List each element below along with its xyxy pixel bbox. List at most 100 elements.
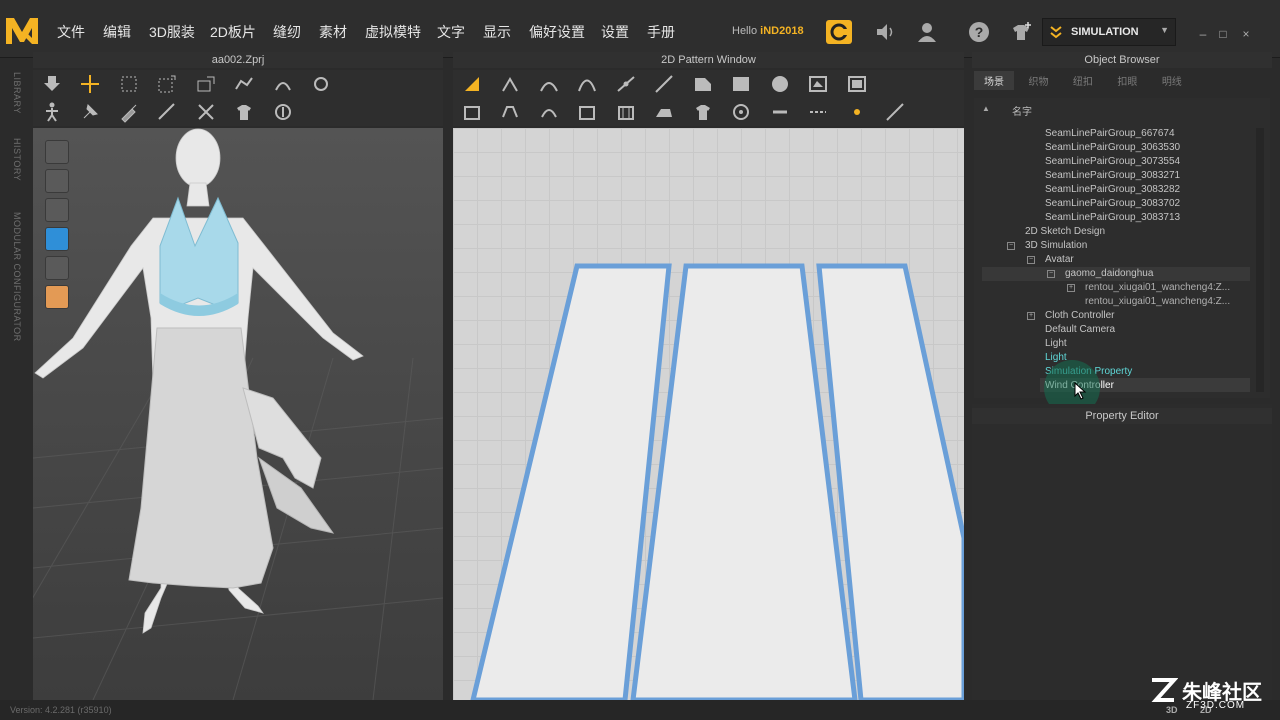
edit-curvature-icon[interactable]	[576, 73, 598, 95]
internal-rectangle-icon[interactable]	[846, 73, 868, 95]
greeting-prefix: Hello	[732, 25, 758, 37]
viewport-3d[interactable]	[33, 128, 443, 700]
collapse-icon[interactable]: −	[1047, 270, 1055, 278]
avatar-pose-icon[interactable]	[41, 101, 63, 123]
edit-pattern-icon[interactable]	[461, 73, 483, 95]
menu-2d-pattern[interactable]: 2D板片	[210, 22, 256, 42]
transform-icon[interactable]	[195, 73, 217, 95]
tree-item[interactable]: rentou_xiugai01_wancheng4:Z...	[1085, 282, 1230, 293]
tab-modular-configurator[interactable]: MODULAR CONFIGURATOR	[8, 212, 22, 342]
circle-icon[interactable]	[769, 73, 791, 95]
tree-item-3d-simulation[interactable]: 3D Simulation	[1025, 240, 1087, 251]
expand-icon[interactable]: +	[1027, 312, 1035, 320]
tree-item[interactable]: SeamLinePairGroup_3083702	[1045, 198, 1180, 209]
tree-item[interactable]: SeamLinePairGroup_3083282	[1045, 184, 1180, 195]
arrow-down-icon[interactable]	[41, 73, 63, 95]
polygon-icon[interactable]	[692, 73, 714, 95]
skin-view-icon[interactable]	[45, 285, 69, 309]
menu-avatar[interactable]: 虚拟模特	[365, 22, 421, 42]
tab-fabric[interactable]: 织物	[1018, 71, 1058, 90]
tree-item-light[interactable]: Light	[1045, 338, 1067, 349]
garment-add-icon[interactable]	[1008, 20, 1034, 44]
tree-scrollbar[interactable]	[1256, 128, 1264, 392]
measure-line-icon[interactable]	[884, 101, 906, 123]
topstitch-icon[interactable]	[807, 101, 829, 123]
menu-edit[interactable]: 编辑	[103, 22, 131, 42]
garment-icon[interactable]	[233, 101, 255, 123]
iron-icon[interactable]	[653, 101, 675, 123]
tack-tool-icon[interactable]	[310, 73, 332, 95]
menu-display[interactable]: 显示	[483, 22, 511, 42]
speaker-icon[interactable]	[872, 20, 898, 44]
add-point-icon[interactable]	[615, 73, 637, 95]
user-icon[interactable]	[914, 20, 940, 44]
move-icon[interactable]	[79, 73, 101, 95]
sort-arrow-icon[interactable]: ▲	[982, 104, 990, 113]
tree-item-2d-sketch-design[interactable]: 2D Sketch Design	[1025, 226, 1105, 237]
tree-item-avatar[interactable]: Avatar	[1045, 254, 1074, 265]
tree-item[interactable]: SeamLinePairGroup_3083713	[1045, 212, 1180, 223]
pin-icon[interactable]	[79, 101, 101, 123]
trace-icon[interactable]	[461, 101, 483, 123]
menu-text[interactable]: 文字	[437, 22, 465, 42]
line-tool-icon[interactable]	[653, 73, 675, 95]
cut-icon[interactable]	[195, 101, 217, 123]
select-box-icon[interactable]	[118, 73, 140, 95]
fabric-view-icon[interactable]	[45, 227, 69, 251]
elastic-icon[interactable]	[576, 101, 598, 123]
tree-item[interactable]: SeamLinePairGroup_3073554	[1045, 156, 1180, 167]
tab-library[interactable]: LIBRARY	[8, 72, 22, 114]
menu-settings[interactable]: 设置	[601, 22, 629, 42]
avatar-view-icon[interactable]	[45, 198, 69, 222]
select-move-icon[interactable]	[846, 101, 868, 123]
segment-sewing-icon[interactable]	[499, 101, 521, 123]
edit-point-icon[interactable]	[499, 73, 521, 95]
garment-texture-icon[interactable]	[45, 169, 69, 193]
tree-item[interactable]: SeamLinePairGroup_3063530	[1045, 142, 1180, 153]
collapse-icon[interactable]: −	[1007, 242, 1015, 250]
garment-view-icon[interactable]	[45, 140, 69, 164]
menu-3d-garment[interactable]: 3D服装	[149, 22, 195, 42]
menu-sewing[interactable]: 缝纫	[273, 22, 301, 42]
maximize-button[interactable]: □	[1216, 27, 1230, 41]
close-button[interactable]: ×	[1239, 27, 1253, 41]
tree-item-avatar-model[interactable]: gaomo_daidonghua	[1065, 268, 1153, 279]
free-sewing-icon[interactable]	[538, 101, 560, 123]
seam-tool-icon[interactable]	[233, 73, 255, 95]
help-icon[interactable]: ?	[966, 20, 992, 44]
measure-icon[interactable]	[156, 101, 178, 123]
menu-manual[interactable]: 手册	[647, 22, 675, 42]
fold-tool-icon[interactable]	[272, 73, 294, 95]
button-tool-icon[interactable]	[730, 101, 752, 123]
curve-point-icon[interactable]	[538, 73, 560, 95]
internal-polygon-icon[interactable]	[807, 73, 829, 95]
tree-item[interactable]: rentou_xiugai01_wancheng4:Z...	[1085, 296, 1230, 307]
viewport-2d[interactable]	[453, 128, 964, 700]
tab-buttonhole[interactable]: 扣眼	[1107, 71, 1147, 90]
tab-history[interactable]: HISTORY	[8, 138, 22, 181]
select-mesh-icon[interactable]	[156, 73, 178, 95]
buttonhole-icon[interactable]	[769, 101, 791, 123]
mode-dropdown[interactable]: SIMULATION ▼	[1042, 18, 1176, 46]
shirt-icon[interactable]	[692, 101, 714, 123]
tab-topstitch[interactable]: 明线	[1152, 71, 1192, 90]
rectangle-icon[interactable]	[730, 73, 752, 95]
tab-button[interactable]: 纽扣	[1063, 71, 1103, 90]
pleat-icon[interactable]	[615, 101, 637, 123]
tree-item-default-camera[interactable]: Default Camera	[1045, 324, 1115, 335]
tree-item[interactable]: SeamLinePairGroup_667674	[1045, 128, 1175, 139]
property-editor-title: Property Editor	[972, 408, 1272, 424]
cloud-icon[interactable]	[826, 20, 852, 44]
brush-icon[interactable]	[118, 101, 140, 123]
menu-materials[interactable]: 素材	[319, 22, 347, 42]
tree-item-cloth-controller[interactable]: Cloth Controller	[1045, 310, 1114, 321]
tab-scene[interactable]: 场景	[974, 71, 1014, 90]
minimize-button[interactable]: –	[1196, 27, 1210, 41]
menu-file[interactable]: 文件	[57, 22, 85, 42]
collapse-icon[interactable]: −	[1027, 256, 1035, 264]
tree-item[interactable]: SeamLinePairGroup_3083271	[1045, 170, 1180, 181]
menu-preferences[interactable]: 偏好设置	[529, 22, 585, 42]
fit-icon[interactable]	[272, 101, 294, 123]
expand-icon[interactable]: +	[1067, 284, 1075, 292]
shading-icon[interactable]	[45, 256, 69, 280]
